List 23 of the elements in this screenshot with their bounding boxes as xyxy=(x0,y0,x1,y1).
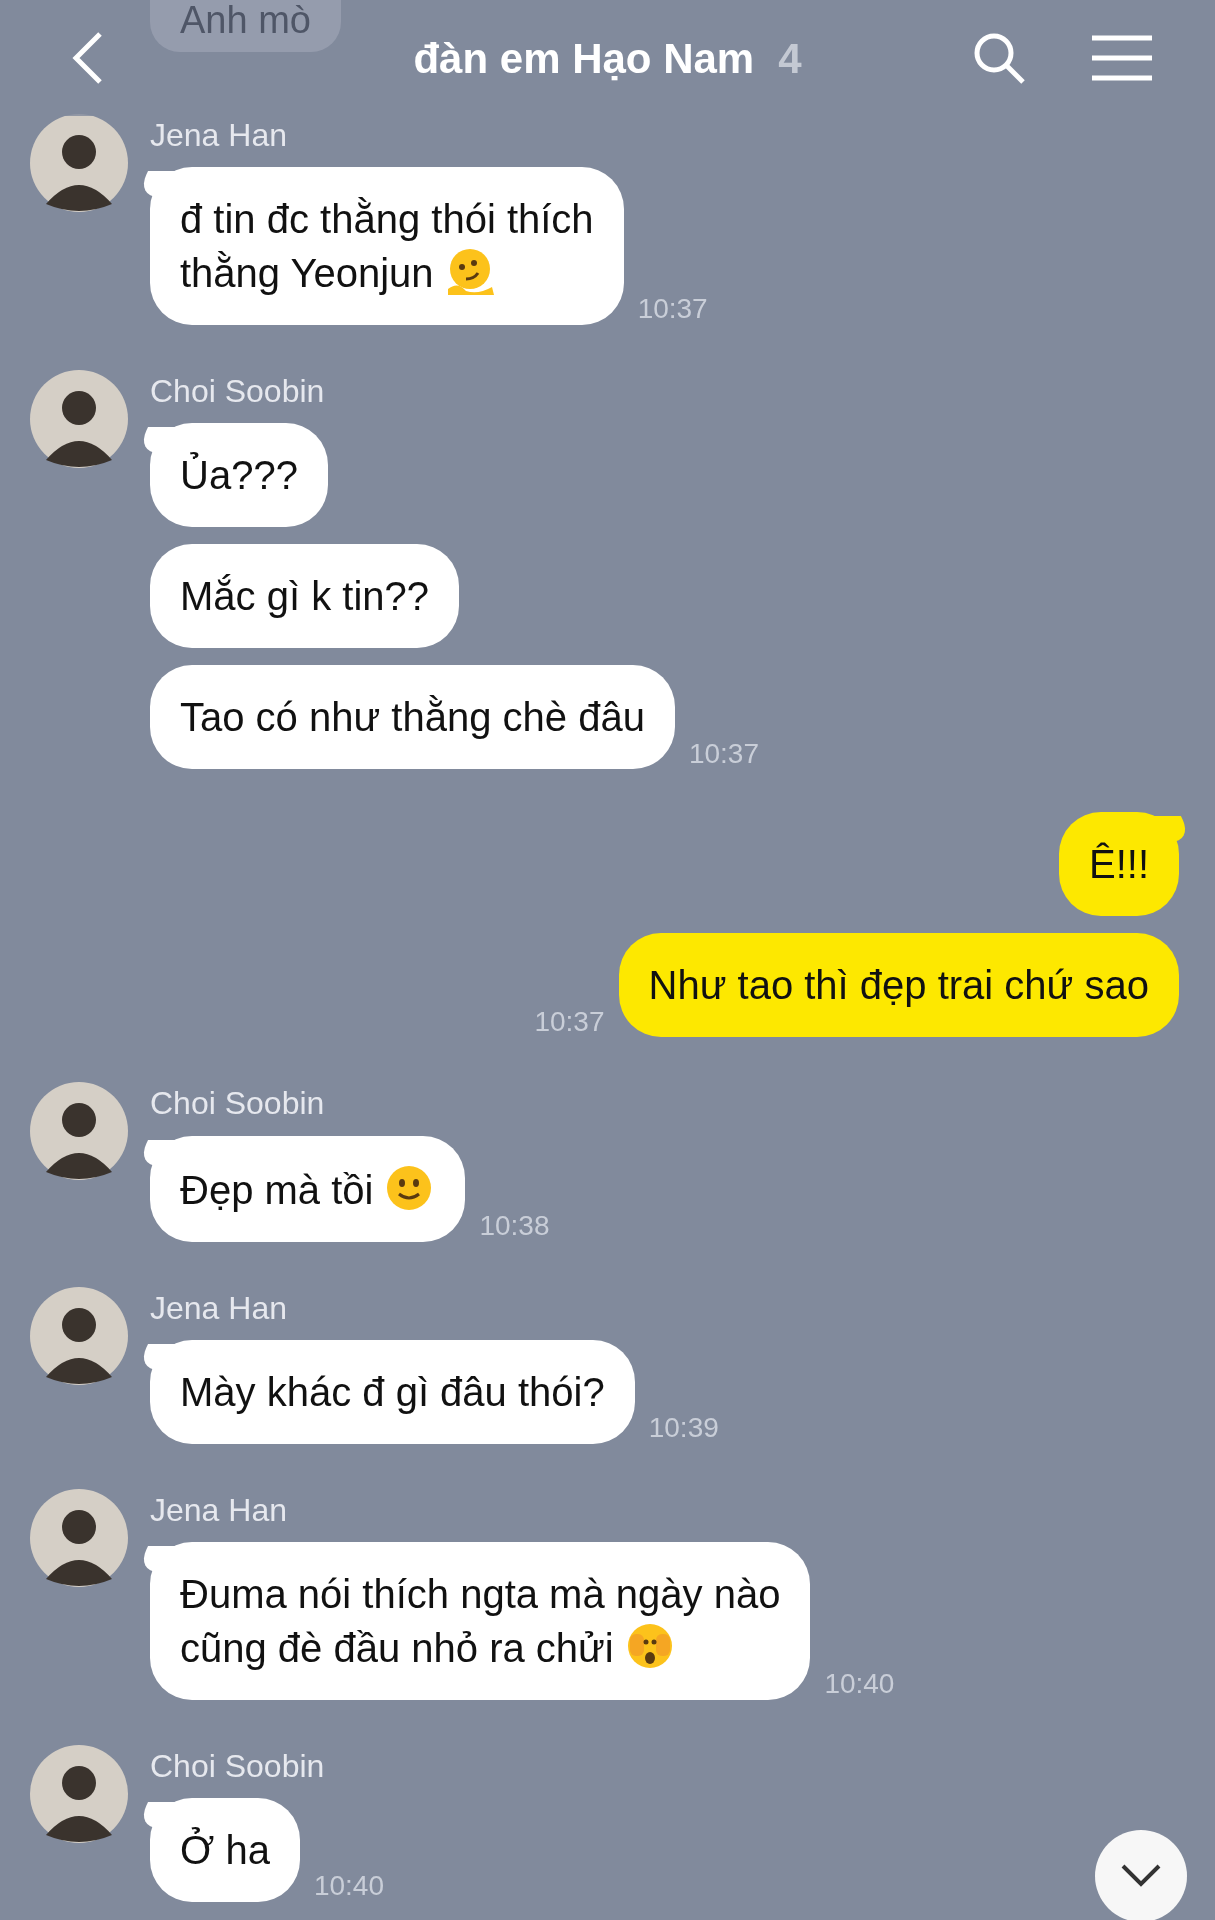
back-icon[interactable] xyxy=(70,30,104,86)
timestamp: 10:37 xyxy=(688,738,759,770)
timestamp: 10:40 xyxy=(824,1669,895,1700)
timestamp: 10:37 xyxy=(534,1006,605,1038)
sender-name: Choi Soobin xyxy=(150,1086,325,1122)
sender-name: Choi Soobin xyxy=(150,374,325,410)
timestamp: 10:37 xyxy=(637,294,708,326)
message-bubble: Tao có như thằng chè đâu xyxy=(150,665,675,770)
timestamp: 10:40 xyxy=(313,1871,384,1903)
sender-name: Jena Han xyxy=(150,118,287,154)
sender-name: Choi Soobin xyxy=(150,1748,325,1785)
chevron-down-icon xyxy=(1121,1864,1161,1888)
timestamp: 10:39 xyxy=(648,1412,719,1444)
sender-name: Jena Han xyxy=(150,1492,287,1528)
chat-title: đàn em Hạo Nam xyxy=(413,33,755,84)
message-bubble: Anh mò xyxy=(150,0,341,52)
menu-icon[interactable] xyxy=(1092,35,1152,81)
sender-name: Jena Han xyxy=(150,1290,287,1326)
message-bubble: Mắc gì k tin?? xyxy=(150,544,459,649)
timestamp: 10:38 xyxy=(479,1210,550,1242)
member-count: 4 xyxy=(778,33,802,84)
message-bubble: Như tao thì đẹp trai chứ sao xyxy=(618,933,1179,1038)
search-icon[interactable] xyxy=(972,31,1026,85)
